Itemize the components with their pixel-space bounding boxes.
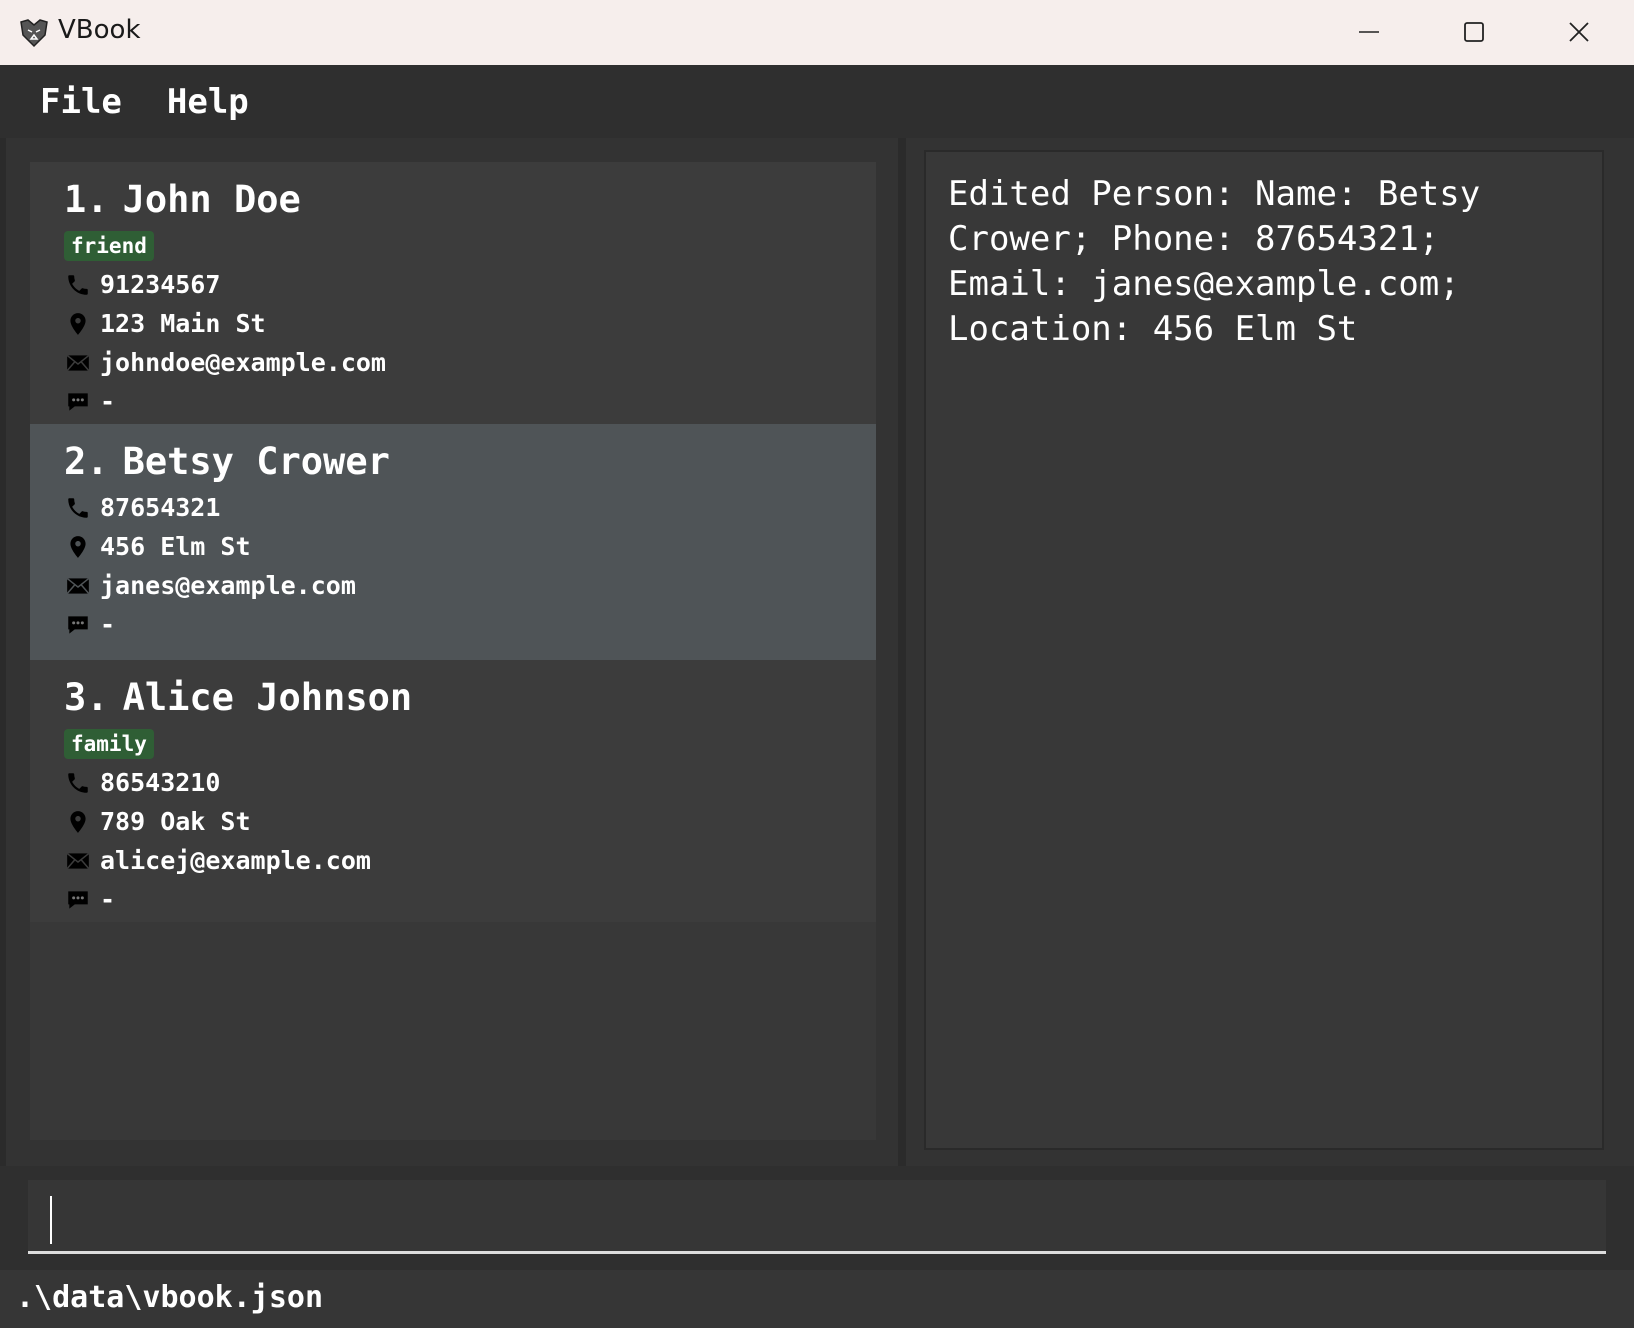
minimize-icon (1359, 31, 1379, 33)
remark-row: - (64, 382, 876, 421)
phone-row: 87654321 (64, 488, 876, 527)
location-row: 789 Oak St (64, 802, 876, 841)
phone-icon (64, 494, 92, 522)
phone-icon (64, 769, 92, 797)
person-name: 2. Betsy Crower (64, 440, 876, 488)
remark-text: - (100, 885, 116, 914)
remark-row: - (64, 605, 876, 644)
email-row: johndoe@example.com (64, 343, 876, 382)
result-display: Edited Person: Name: Betsy Crower; Phone… (924, 150, 1604, 1150)
location-pin-icon (64, 808, 92, 836)
menu-help[interactable]: Help (167, 82, 249, 122)
phone-text: 86543210 (100, 768, 221, 797)
speech-bubble-icon (64, 886, 92, 914)
text-cursor (50, 1196, 52, 1244)
person-index: 3. (64, 676, 109, 719)
title-bar: VBook (0, 0, 1634, 65)
person-name: 3. Alice Johnson (64, 676, 876, 724)
envelope-icon (64, 572, 92, 600)
phone-text: 87654321 (100, 493, 221, 522)
remark-row: - (64, 880, 876, 919)
email-text: alicej@example.com (100, 846, 371, 875)
phone-row: 86543210 (64, 763, 876, 802)
phone-icon (64, 271, 92, 299)
tag-badge: family (64, 729, 154, 759)
envelope-icon (64, 349, 92, 377)
status-bar: .\data\vbook.json (0, 1270, 1634, 1328)
phone-row: 91234567 (64, 265, 876, 304)
person-name: 1. John Doe (64, 178, 876, 226)
location-pin-icon (64, 533, 92, 561)
email-row: alicej@example.com (64, 841, 876, 880)
menu-file[interactable]: File (40, 82, 122, 122)
maximize-button[interactable] (1450, 10, 1498, 54)
person-list-pane: 1. John Doe friend 91234567 123 Main St j… (6, 138, 898, 1166)
speech-bubble-icon (64, 388, 92, 416)
minimize-button[interactable] (1345, 10, 1393, 54)
location-row: 456 Elm St (64, 527, 876, 566)
command-input[interactable] (28, 1180, 1606, 1254)
menu-bar: File Help (0, 65, 1634, 138)
person-card[interactable]: 1. John Doe friend 91234567 123 Main St j… (30, 162, 876, 424)
person-card[interactable]: 3. Alice Johnson family 86543210 789 Oak … (30, 660, 876, 922)
maximize-icon (1464, 22, 1484, 42)
person-name-text: Betsy Crower (122, 440, 390, 483)
location-text: 789 Oak St (100, 807, 251, 836)
person-card-selected[interactable]: 2. Betsy Crower 87654321 456 Elm St janes… (30, 424, 876, 660)
remark-text: - (100, 610, 116, 639)
main-area: 1. John Doe friend 91234567 123 Main St j… (0, 138, 1634, 1166)
location-pin-icon (64, 310, 92, 338)
close-icon (1569, 22, 1589, 42)
envelope-icon (64, 847, 92, 875)
email-text: johndoe@example.com (100, 348, 386, 377)
email-text: janes@example.com (100, 571, 356, 600)
person-index: 1. (64, 178, 109, 221)
email-row: janes@example.com (64, 566, 876, 605)
close-button[interactable] (1555, 10, 1603, 54)
speech-bubble-icon (64, 611, 92, 639)
phone-text: 91234567 (100, 270, 221, 299)
tag-badge: friend (64, 231, 154, 261)
location-row: 123 Main St (64, 304, 876, 343)
person-index: 2. (64, 440, 109, 483)
remark-text: - (100, 387, 116, 416)
lion-logo-icon (18, 17, 50, 49)
location-text: 123 Main St (100, 309, 266, 338)
result-pane: Edited Person: Name: Betsy Crower; Phone… (906, 138, 1634, 1166)
person-name-text: Alice Johnson (122, 676, 413, 719)
person-list[interactable]: 1. John Doe friend 91234567 123 Main St j… (30, 162, 876, 1140)
location-text: 456 Elm St (100, 532, 251, 561)
window-title: VBook (58, 15, 141, 45)
command-area (0, 1166, 1634, 1270)
person-name-text: John Doe (122, 178, 301, 221)
save-location-path: .\data\vbook.json (16, 1280, 324, 1315)
